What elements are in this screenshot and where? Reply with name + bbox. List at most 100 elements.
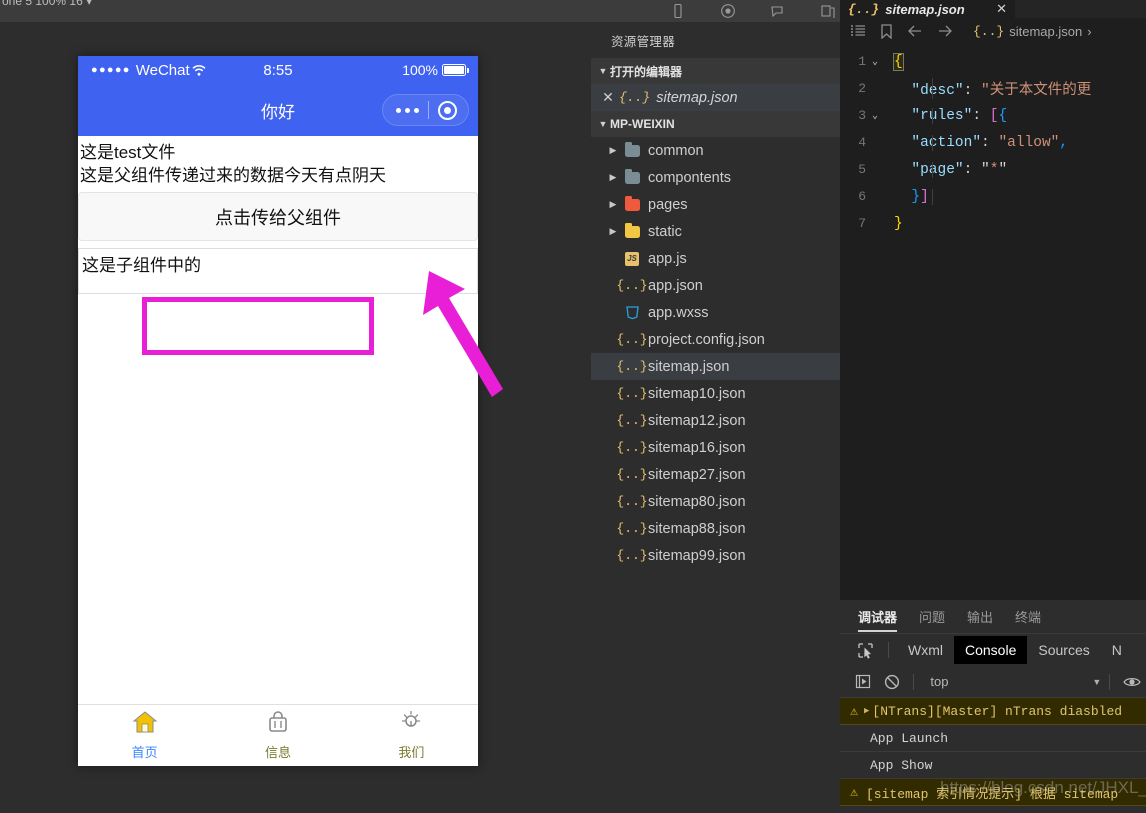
simulator-page-body: 这是test文件 这是父组件传递过来的数据今天有点阴天 点击传给父组件 这是子组… [78, 136, 478, 704]
tree-item-label: pages [648, 196, 688, 213]
console-log-text: [NTrans][Master] nTrans diasbled [872, 703, 1123, 719]
devtools-tab-wxml[interactable]: Wxml [897, 638, 954, 662]
code-line: 2 "desc": "关于本文件的更 [840, 75, 1146, 102]
tabbar-label-home: 首页 [131, 745, 158, 760]
simulator-status-bar: ●●●●● WeChat 8:55 100% [78, 56, 478, 84]
fold-chevron-down-icon[interactable]: ⌄ [866, 56, 884, 68]
console-toolbar: top ▼ [840, 666, 1146, 698]
tree-item-app-js[interactable]: JS app.js [591, 245, 840, 272]
inspect-picker-icon[interactable] [850, 642, 880, 659]
tree-item-sitemap16-json[interactable]: {..} sitemap16.json [591, 434, 840, 461]
line-number: 3 [858, 108, 866, 123]
tree-item-sitemap88-json[interactable]: {..} sitemap88.json [591, 515, 840, 542]
capsule-divider [428, 101, 429, 119]
json-icon: {..} [616, 332, 648, 347]
tabbar-item-us[interactable]: 我们 [345, 705, 478, 766]
tabbar-item-home[interactable]: 首页 [78, 705, 211, 766]
device-icon[interactable] [670, 3, 686, 19]
bag-icon [266, 710, 290, 739]
tree-item-label: static [648, 223, 682, 240]
record-icon[interactable] [720, 3, 736, 19]
chevron-down-icon[interactable]: ▼ [1092, 677, 1101, 687]
editor-tab-label: sitemap.json [885, 1, 965, 17]
battery-indicator: 100% [402, 62, 469, 78]
top-toolbar-icons [670, 0, 836, 22]
console-log-row[interactable]: ⚠ [sitemap 索引情况提示] 根据 sitemap [840, 779, 1146, 806]
tree-item-app-wxss[interactable]: app.wxss [591, 299, 840, 326]
tree-item-project-config-json[interactable]: {..} project.config.json [591, 326, 840, 353]
devtools-tab-console[interactable]: Console [954, 636, 1028, 664]
tree-item-static[interactable]: ▶ static [591, 218, 840, 245]
tab-terminal[interactable]: 终端 [1015, 600, 1041, 634]
tab-debugger[interactable]: 调试器 [858, 600, 898, 634]
json-icon: {..} [616, 467, 648, 482]
folder-pages-icon [621, 195, 643, 211]
tree-item-common[interactable]: ▶ common [591, 137, 840, 164]
chevron-right-icon[interactable]: ▶ [605, 145, 621, 156]
code-area[interactable]: 1 ⌄ { 2 "desc": "关于本文件的更 3 ⌄ "rules": [{ [840, 44, 1146, 237]
expand-triangle-icon[interactable]: ▶ [864, 706, 869, 716]
tree-item-sitemap80-json[interactable]: {..} sitemap80.json [591, 488, 840, 515]
tree-item-app-json[interactable]: {..} app.json [591, 272, 840, 299]
close-icon[interactable]: ✕ [996, 1, 1007, 17]
clip-icon[interactable] [770, 3, 786, 19]
chevron-down-icon: ▼ [598, 119, 608, 129]
arrow-right-icon[interactable] [937, 24, 953, 38]
section-open-editors[interactable]: ▼ 打开的编辑器 [591, 58, 840, 84]
device-zoom-selector[interactable]: one 5 100% 16 ▾ [0, 0, 92, 8]
execution-context-select[interactable]: top ▼ [930, 674, 1101, 689]
toolbar-divider [1109, 673, 1111, 690]
eye-icon[interactable] [1118, 676, 1146, 688]
tabbar-item-info[interactable]: 信息 [211, 705, 344, 766]
tree-item-compontents[interactable]: ▶ compontents [591, 164, 840, 191]
tree-item-label: project.config.json [648, 331, 765, 348]
app-window: one 5 100% 16 ▾ ●●●●● WeChat 8:55 100% 你… [0, 0, 1146, 813]
bookmark-icon[interactable] [880, 23, 893, 39]
line-number: 2 [858, 81, 866, 96]
css-icon [621, 305, 643, 320]
breadcrumb-file[interactable]: {..} sitemap.json › [973, 24, 1092, 39]
tree-item-sitemap99-json[interactable]: {..} sitemap99.json [591, 542, 840, 569]
target-circle-icon[interactable] [438, 100, 457, 120]
section-project-root[interactable]: ▼ MP-WEIXIN [591, 111, 840, 137]
clear-console-icon[interactable] [878, 674, 906, 690]
tab-problems[interactable]: 问题 [919, 600, 945, 634]
code-text: { [893, 52, 904, 71]
outline-icon[interactable] [850, 24, 866, 38]
devtools-tab-network[interactable]: N [1101, 638, 1133, 662]
emit-to-parent-button[interactable]: 点击传给父组件 [78, 192, 478, 241]
devtools-tab-sources[interactable]: Sources [1027, 638, 1100, 662]
code-line: 5 "page": "*" [840, 156, 1146, 183]
close-icon[interactable]: ✕ [597, 89, 619, 106]
editor-tab-sitemap-json[interactable]: {..} sitemap.json ✕ [840, 0, 1015, 22]
chevron-right-icon[interactable]: ▶ [605, 199, 621, 210]
fold-chevron-down-icon[interactable]: ⌄ [866, 110, 884, 122]
tree-item-sitemap12-json[interactable]: {..} sitemap12.json [591, 407, 840, 434]
share-icon[interactable] [820, 3, 836, 19]
tree-item-sitemap27-json[interactable]: {..} sitemap27.json [591, 461, 840, 488]
tree-item-label: sitemap99.json [648, 547, 746, 564]
code-line: 7 } [840, 210, 1146, 237]
console-log-row[interactable]: App Show [840, 752, 1146, 779]
json-icon: {..} [848, 1, 880, 17]
json-icon: {..} [973, 23, 1005, 39]
tree-item-sitemap-json[interactable]: {..} sitemap.json [591, 353, 840, 380]
chevron-right-icon[interactable]: ▶ [605, 226, 621, 237]
idea-icon [399, 710, 423, 739]
tree-item-sitemap10-json[interactable]: {..} sitemap10.json [591, 380, 840, 407]
console-log-row[interactable]: ⚠ ▶ [NTrans][Master] nTrans diasbled [840, 698, 1146, 725]
tree-item-pages[interactable]: ▶ pages [591, 191, 840, 218]
wechat-capsule[interactable] [382, 94, 469, 126]
simulator-tabbar: 首页 信息 我们 [78, 704, 478, 766]
arrow-left-icon[interactable] [907, 24, 923, 38]
step-icon[interactable] [850, 674, 878, 689]
more-dots-icon[interactable] [396, 107, 419, 113]
open-editor-item[interactable]: ✕ {..} sitemap.json [591, 84, 840, 111]
tree-item-label: sitemap27.json [648, 466, 746, 483]
line-number: 6 [858, 189, 866, 204]
tab-output[interactable]: 输出 [967, 600, 993, 634]
console-log-row[interactable]: App Launch [840, 725, 1146, 752]
chevron-right-icon[interactable]: ▶ [605, 172, 621, 183]
console-log-list: ⚠ ▶ [NTrans][Master] nTrans diasbled App… [840, 698, 1146, 806]
chevron-down-icon: ▼ [598, 66, 608, 76]
